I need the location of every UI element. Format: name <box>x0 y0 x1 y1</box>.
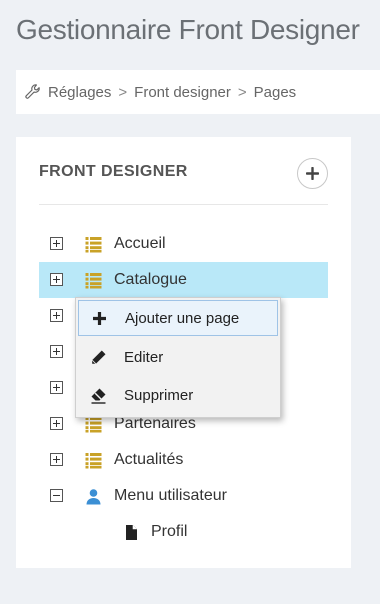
tree-node-label: Actualités <box>114 451 184 468</box>
eraser-icon <box>91 388 106 404</box>
breadcrumb-separator: > <box>118 83 128 101</box>
breadcrumb-separator: > <box>237 83 247 101</box>
panel-title: FRONT DESIGNER <box>39 163 188 180</box>
list-icon <box>85 237 102 253</box>
breadcrumb: Réglages > Front designer > Pages <box>16 70 380 114</box>
tree-node-profil[interactable]: Profil <box>39 514 328 550</box>
expand-toggle[interactable] <box>50 237 63 250</box>
expand-toggle[interactable] <box>50 381 63 394</box>
expand-toggle[interactable] <box>50 453 63 466</box>
expand-toggle[interactable] <box>50 417 63 430</box>
menu-item-label: Supprimer <box>124 387 194 404</box>
menu-item-delete[interactable]: Supprimer <box>78 378 278 414</box>
collapse-toggle[interactable] <box>50 489 63 502</box>
breadcrumb-item-pages[interactable]: Pages <box>254 84 297 101</box>
plus-circle-icon <box>306 167 319 180</box>
expand-toggle[interactable] <box>50 309 63 322</box>
list-icon <box>85 453 102 469</box>
plus-icon <box>93 312 106 325</box>
pencil-icon <box>91 350 106 365</box>
list-icon <box>85 273 102 289</box>
tree-node-catalogue[interactable]: Catalogue <box>39 262 328 298</box>
tree-node-label: Profil <box>151 523 188 540</box>
menu-item-edit[interactable]: Editer <box>78 340 278 376</box>
context-menu: Ajouter une page Editer Supprimer <box>75 297 281 418</box>
list-icon <box>85 417 102 433</box>
tree-node-accueil[interactable]: Accueil <box>39 226 328 262</box>
menu-item-label: Ajouter une page <box>125 310 240 327</box>
user-icon <box>86 489 101 505</box>
add-page-button[interactable] <box>297 158 328 189</box>
tree-node-label: Accueil <box>114 235 166 252</box>
menu-item-add-page[interactable]: Ajouter une page <box>78 300 278 336</box>
tree-node-label: Menu utilisateur <box>114 487 227 504</box>
tree-node-menu-utilisateur[interactable]: Menu utilisateur <box>39 478 328 514</box>
tree-node-actualites[interactable]: Actualités <box>39 442 328 478</box>
tree-node-label: Catalogue <box>114 271 187 288</box>
file-icon <box>126 525 137 540</box>
menu-item-label: Editer <box>124 349 164 366</box>
expand-toggle[interactable] <box>50 345 63 358</box>
page-title: Gestionnaire Front Designer <box>16 14 360 45</box>
wrench-icon <box>25 84 40 99</box>
panel-divider <box>39 204 328 205</box>
breadcrumb-item-front-designer[interactable]: Front designer <box>134 84 231 101</box>
expand-toggle[interactable] <box>50 273 63 286</box>
breadcrumb-item-reglages[interactable]: Réglages <box>48 84 111 101</box>
